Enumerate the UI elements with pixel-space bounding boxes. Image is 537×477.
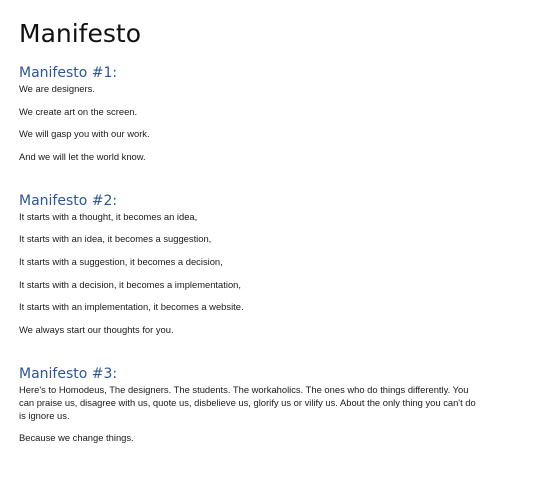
paragraph: Because we change things. [19, 432, 134, 444]
paragraph: It starts with a thought, it becomes an … [19, 210, 198, 222]
manifesto-section-2: Manifesto #2: It starts with a thought, … [19, 193, 519, 336]
section-heading: Manifesto #3: [19, 365, 118, 382]
paragraph: It starts with an idea, it becomes a sug… [19, 233, 212, 245]
document-page: Manifesto Manifesto #1: We are designers… [19, 18, 519, 444]
paragraph: We will gasp you with our work. [19, 128, 150, 140]
section-heading: Manifesto #1: [19, 65, 118, 81]
manifesto-section-1: Manifesto #1: We are designers. We creat… [19, 65, 519, 163]
paragraph: It starts with a decision, it becomes a … [19, 278, 241, 290]
paragraph: And we will let the world know. [19, 150, 146, 162]
paragraph: It starts with an implementation, it bec… [19, 301, 244, 313]
paragraph: We always start our thoughts for you. [19, 323, 174, 335]
page-title: Manifesto [19, 19, 141, 48]
paragraph: Here's to Homodeus, The designers. The s… [19, 383, 476, 421]
paragraph: It starts with a suggestion, it becomes … [19, 255, 223, 267]
section-heading: Manifesto #2: [19, 192, 118, 209]
manifesto-section-3: Manifesto #3: Here's to Homodeus, The de… [19, 366, 519, 445]
paragraph: We are designers. [19, 83, 95, 94]
paragraph: We create art on the screen. [19, 105, 138, 117]
